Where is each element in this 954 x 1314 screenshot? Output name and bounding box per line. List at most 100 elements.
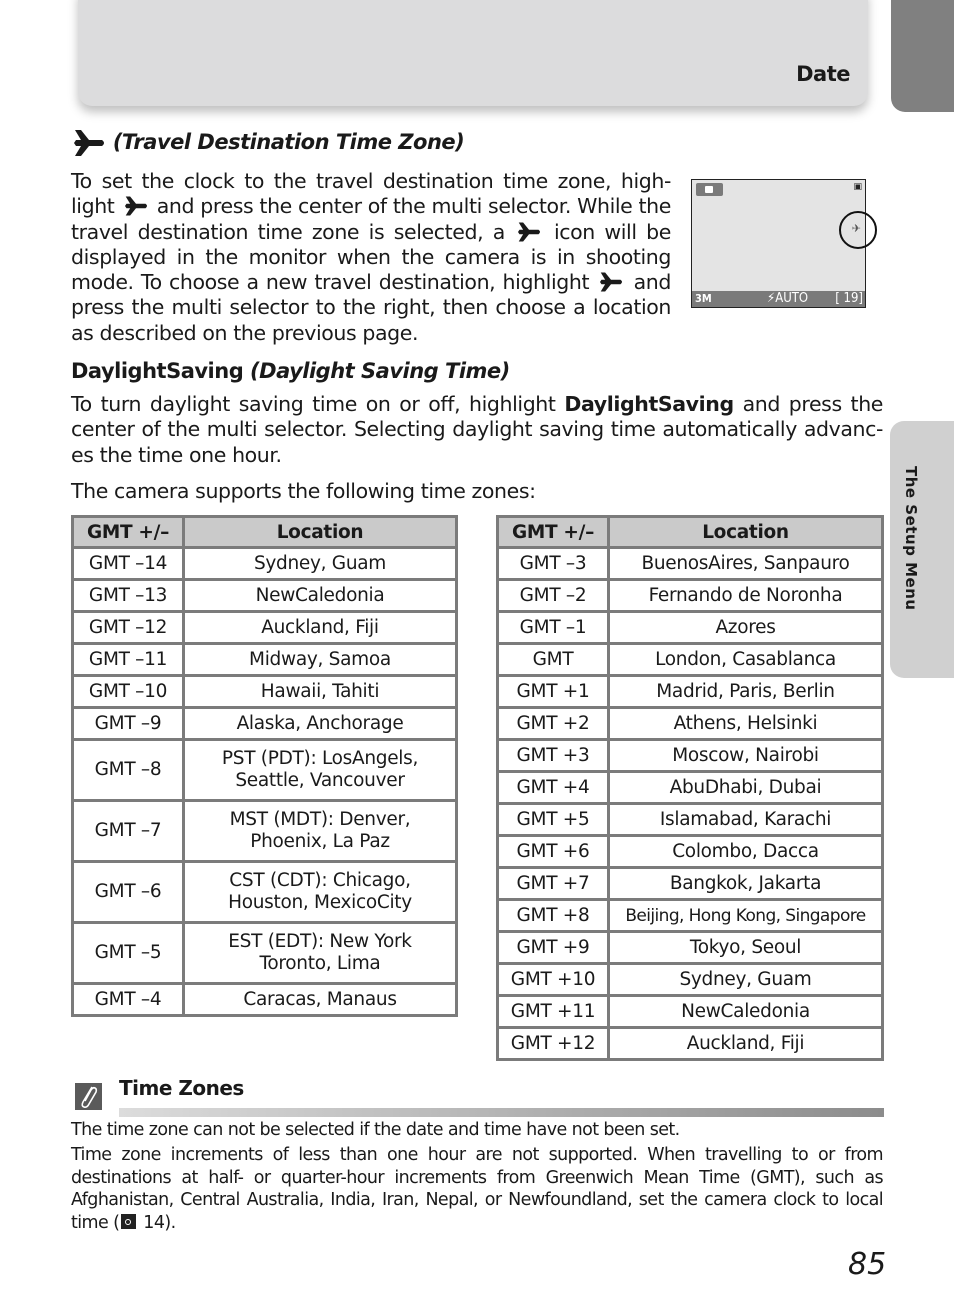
gmt-offset-cell: GMT +1 — [496, 674, 610, 709]
header-panel: Date — [78, 0, 868, 106]
location-cell: EST (EDT): New York Toronto, Lima — [182, 921, 458, 985]
table-row: GMT –6 CST (CDT): Chicago, Houston, Mexic… — [71, 860, 458, 924]
location-cell: Caracas, Manaus — [182, 982, 458, 1017]
gmt-offset-cell: GMT +11 — [496, 994, 610, 1029]
menu-item-reference: DaylightSaving — [564, 392, 734, 416]
frames-remaining: [ 19] — [835, 291, 863, 306]
note-line-2: Time zone increments of less than one ho… — [71, 1144, 884, 1234]
gmt-offset-cell: GMT –9 — [71, 706, 185, 741]
note-divider — [119, 1108, 884, 1117]
table-row: GMT –5 EST (EDT): New York Toronto, Lima — [71, 921, 458, 985]
gmt-offset-cell: GMT –5 — [71, 921, 185, 985]
column-header-location: Location — [182, 515, 458, 549]
airplane-icon: ✈ — [851, 222, 861, 235]
internal-memory-icon: ▣ — [853, 182, 862, 192]
gmt-offset-cell: GMT –8 — [71, 738, 185, 802]
table-row: GMT London, Casablanca — [496, 642, 884, 677]
table-row: GMT +3 Moscow, Nairobi — [496, 738, 884, 773]
location-cell: BuenosAires, Sanpauro — [607, 546, 884, 581]
table-row: GMT –9 Alaska, Anchorage — [71, 706, 458, 741]
table-row: GMT +9 Tokyo, Seoul — [496, 930, 884, 965]
flash-mode: ⚡AUTO — [767, 291, 809, 306]
daylight-heading-italic: (Daylight Saving Time) — [250, 359, 510, 383]
travel-heading-text: (Travel Destination Time Zone) — [112, 130, 465, 154]
location-cell: AbuDhabi, Dubai — [607, 770, 884, 805]
table-row: GMT –2 Fernando de Noronha — [496, 578, 884, 613]
note-title: Time Zones — [119, 1076, 244, 1100]
table-row: GMT –7 MST (MDT): Denver, Phoenix, La Paz — [71, 799, 458, 863]
airplane-icon — [124, 196, 147, 216]
page-reference-icon — [121, 1213, 137, 1229]
gmt-offset-cell: GMT –7 — [71, 799, 185, 863]
monitor-status-bar: 3M ⚡AUTO [ 19] — [692, 291, 865, 307]
location-cell: Bangkok, Jakarta — [607, 866, 884, 901]
gmt-offset-cell: GMT –4 — [71, 982, 185, 1017]
table-row: GMT +4 AbuDhabi, Dubai — [496, 770, 884, 805]
location-cell: Midway, Samoa — [182, 642, 458, 677]
time-zone-table-right: GMT +/– Location GMT –3 BuenosAires, Sanp… — [496, 515, 884, 1061]
table-row: GMT +12 Auckland, Fiji — [496, 1026, 884, 1061]
gmt-offset-cell: GMT — [496, 642, 610, 677]
location-cell: NewCaledonia — [182, 578, 458, 613]
location-cell: London, Casablanca — [607, 642, 884, 677]
table-row: GMT –14 Sydney, Guam — [71, 546, 458, 581]
location-cell: MST (MDT): Denver, Phoenix, La Paz — [182, 799, 458, 863]
location-cell: Beijing, Hong Kong, Singapore — [607, 898, 884, 933]
table-row: GMT +10 Sydney, Guam — [496, 962, 884, 997]
side-tab-label: The Setup Menu — [902, 466, 920, 611]
gmt-offset-cell: GMT +2 — [496, 706, 610, 741]
location-cell: Fernando de Noronha — [607, 578, 884, 613]
gmt-offset-cell: GMT –3 — [496, 546, 610, 581]
paperclip-icon — [75, 1083, 102, 1110]
location-cell: Azores — [607, 610, 884, 645]
daylight-paragraph: To turn daylight saving time on or off, … — [71, 392, 883, 468]
column-header-location: Location — [607, 515, 884, 549]
location-cell: Colombo, Dacca — [607, 834, 884, 869]
text-segment: Time zone increments of less than one ho… — [71, 1145, 884, 1233]
gmt-offset-cell: GMT +7 — [496, 866, 610, 901]
location-cell: NewCaledonia — [607, 994, 884, 1029]
side-tab: The Setup Menu — [890, 421, 954, 678]
table-row: GMT –13 NewCaledonia — [71, 578, 458, 613]
page-reference: 14). — [138, 1212, 176, 1233]
gmt-offset-cell: GMT +3 — [496, 738, 610, 773]
gmt-offset-cell: GMT +10 — [496, 962, 610, 997]
daylight-heading: DaylightSaving (Daylight Saving Time) — [71, 359, 510, 383]
location-cell: PST (PDT): LosAngels, Seattle, Vancouver — [182, 738, 458, 802]
gmt-offset-cell: GMT –14 — [71, 546, 185, 581]
location-cell: Islamabad, Karachi — [607, 802, 884, 837]
table-row: GMT –11 Midway, Samoa — [71, 642, 458, 677]
table-row: GMT +1 Madrid, Paris, Berlin — [496, 674, 884, 709]
location-cell: Athens, Helsinki — [607, 706, 884, 741]
location-cell: Auckland, Fiji — [182, 610, 458, 645]
location-cell: Tokyo, Seoul — [607, 930, 884, 965]
chapter-tab-top — [891, 0, 954, 112]
image-size: 3M — [695, 292, 712, 305]
camera-monitor-illustration: ▣ ✈ 3M ⚡AUTO [ 19] — [691, 179, 877, 308]
gmt-offset-cell: GMT +4 — [496, 770, 610, 805]
page-number: 85 — [848, 1247, 887, 1282]
section-title: Date — [796, 62, 850, 86]
column-header-gmt: GMT +/– — [496, 515, 610, 549]
table-row: GMT +11 NewCaledonia — [496, 994, 884, 1029]
gmt-offset-cell: GMT –11 — [71, 642, 185, 677]
gmt-offset-cell: GMT +5 — [496, 802, 610, 837]
table-row: GMT –1 Azores — [496, 610, 884, 645]
note-line-1: The time zone can not be selected if the… — [71, 1120, 680, 1140]
time-zones-intro: The camera supports the following time z… — [71, 479, 536, 503]
camera-icon — [696, 183, 723, 196]
location-cell: Hawaii, Tahiti — [182, 674, 458, 709]
gmt-offset-cell: GMT –10 — [71, 674, 185, 709]
gmt-offset-cell: GMT –12 — [71, 610, 185, 645]
location-cell: Sydney, Guam — [607, 962, 884, 997]
location-cell: Auckland, Fiji — [607, 1026, 884, 1061]
table-row: GMT –3 BuenosAires, Sanpauro — [496, 546, 884, 581]
airplane-icon — [518, 222, 541, 242]
location-cell: Moscow, Nairobi — [607, 738, 884, 773]
travel-heading: (Travel Destination Time Zone) — [72, 128, 465, 158]
table-row: GMT +7 Bangkok, Jakarta — [496, 866, 884, 901]
gmt-offset-cell: GMT –13 — [71, 578, 185, 613]
location-cell: Madrid, Paris, Berlin — [607, 674, 884, 709]
gmt-offset-cell: GMT +9 — [496, 930, 610, 965]
location-cell: Alaska, Anchorage — [182, 706, 458, 741]
